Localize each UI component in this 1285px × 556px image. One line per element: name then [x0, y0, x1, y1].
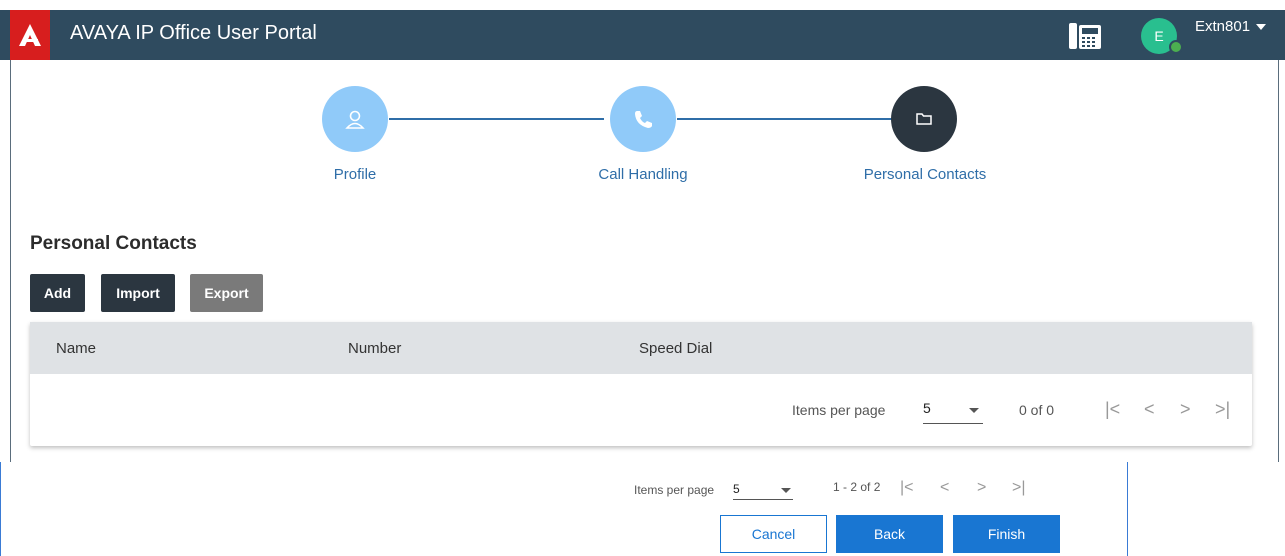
user-name: Extn801: [1195, 18, 1251, 35]
finish-button[interactable]: Finish: [953, 515, 1060, 553]
footer-last-page-icon[interactable]: >|: [1012, 479, 1026, 497]
footer-items-per-page-value: 5: [733, 482, 740, 496]
footer-previous-page-icon[interactable]: <: [940, 479, 949, 497]
footer-border-right: [1127, 462, 1128, 556]
dropdown-arrow-icon: [781, 488, 791, 493]
step-label-personal-contacts[interactable]: Personal Contacts: [840, 166, 1010, 183]
back-button[interactable]: Back: [836, 515, 943, 553]
footer-border-left: [0, 462, 1, 556]
presence-status-icon: [1169, 40, 1183, 54]
column-header-speed-dial[interactable]: Speed Dial: [639, 340, 712, 357]
export-button[interactable]: Export: [190, 274, 263, 312]
items-per-page-value: 5: [923, 400, 931, 416]
previous-page-icon[interactable]: <: [1144, 399, 1155, 420]
chevron-down-icon: [1256, 23, 1267, 30]
column-header-number[interactable]: Number: [348, 340, 401, 357]
column-header-name[interactable]: Name: [56, 340, 96, 357]
items-per-page-select[interactable]: 5: [923, 400, 983, 424]
first-page-icon[interactable]: |<: [1105, 399, 1120, 420]
user-icon: [345, 110, 365, 129]
deskphone-icon[interactable]: [1068, 22, 1102, 55]
items-per-page-label: Items per page: [792, 402, 886, 418]
avaya-logo-icon: [19, 24, 41, 46]
last-page-icon[interactable]: >|: [1215, 399, 1230, 420]
footer-items-per-page-label: Items per page: [634, 483, 715, 497]
table-header: Name Number Speed Dial: [30, 322, 1252, 374]
user-menu[interactable]: Extn801: [1195, 18, 1267, 35]
section-title: Personal Contacts: [30, 233, 197, 254]
add-button[interactable]: Add: [30, 274, 85, 312]
content-border-right: [1278, 60, 1279, 462]
dropdown-arrow-icon: [969, 408, 979, 413]
footer-next-page-icon[interactable]: >: [977, 479, 986, 497]
step-label-profile[interactable]: Profile: [300, 166, 410, 183]
avatar-initial: E: [1154, 28, 1164, 44]
content-border-left: [10, 60, 11, 462]
top-bar: AVAYA IP Office User Portal E Extn801: [0, 10, 1285, 60]
footer-pagination-range: 1 - 2 of 2: [833, 480, 881, 494]
phone-icon: [635, 111, 652, 128]
step-call-handling[interactable]: [610, 86, 676, 152]
stepper-connector: [677, 118, 892, 120]
cancel-button[interactable]: Cancel: [720, 515, 827, 553]
footer-first-page-icon[interactable]: |<: [900, 479, 914, 497]
folder-icon: [916, 113, 932, 125]
avaya-logo[interactable]: [10, 10, 50, 60]
app-title: AVAYA IP Office User Portal: [70, 22, 317, 44]
stepper-connector: [389, 118, 604, 120]
next-page-icon[interactable]: >: [1180, 399, 1191, 420]
step-profile[interactable]: [322, 86, 388, 152]
step-label-call-handling[interactable]: Call Handling: [568, 166, 718, 183]
import-button[interactable]: Import: [101, 274, 175, 312]
step-personal-contacts[interactable]: [891, 86, 957, 152]
pagination-range: 0 of 0: [1019, 402, 1055, 418]
footer-items-per-page-select[interactable]: 5: [733, 480, 793, 500]
contacts-table: Name Number Speed Dial Items per page 5 …: [30, 322, 1252, 446]
